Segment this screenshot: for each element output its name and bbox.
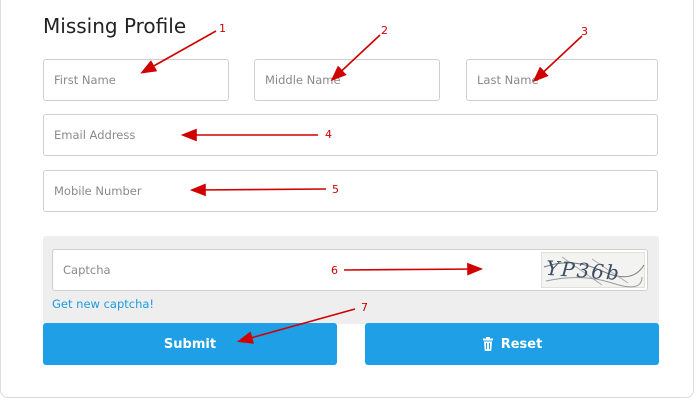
reset-label: Reset bbox=[500, 336, 543, 352]
last-name-field[interactable] bbox=[466, 59, 658, 101]
annotation-label-7: 7 bbox=[361, 301, 368, 314]
submit-button[interactable]: Submit bbox=[43, 323, 337, 365]
submit-label: Submit bbox=[163, 336, 217, 352]
annotation-label-1: 1 bbox=[219, 22, 226, 35]
captcha-text: YP36b bbox=[545, 256, 621, 285]
get-new-captcha-link[interactable]: Get new captcha! bbox=[52, 297, 154, 311]
reset-button[interactable]: Reset bbox=[365, 323, 659, 365]
middle-name-field[interactable] bbox=[254, 59, 440, 101]
trash-icon bbox=[482, 337, 494, 351]
first-name-field[interactable] bbox=[43, 59, 229, 101]
captcha-image: YP36b bbox=[541, 252, 645, 288]
annotation-label-3: 3 bbox=[581, 25, 588, 38]
annotation-label-5: 5 bbox=[332, 183, 339, 196]
page-title: Missing Profile bbox=[43, 14, 187, 38]
email-field[interactable] bbox=[43, 114, 658, 156]
annotation-label-6: 6 bbox=[331, 264, 338, 277]
annotation-label-4: 4 bbox=[325, 128, 332, 141]
mobile-number-field[interactable] bbox=[43, 170, 658, 212]
annotation-label-2: 2 bbox=[381, 24, 388, 37]
